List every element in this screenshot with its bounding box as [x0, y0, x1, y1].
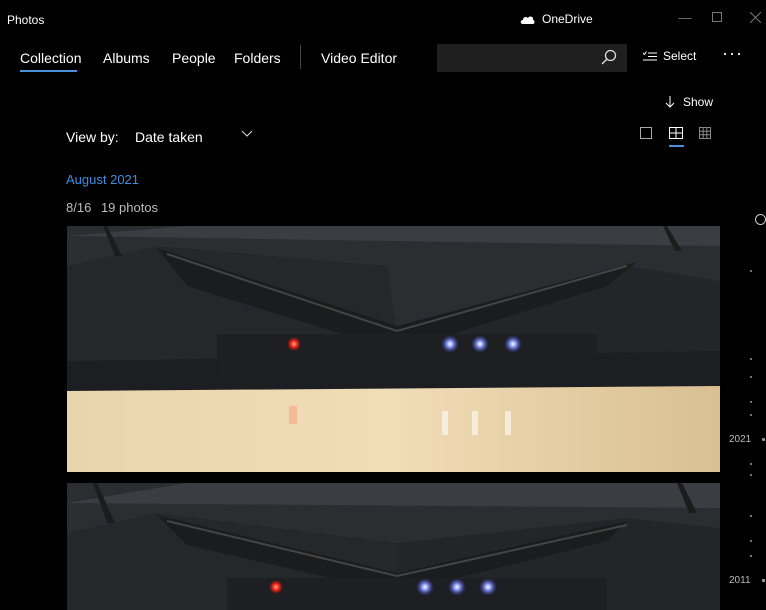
- timeline-tick[interactable]: [762, 579, 765, 582]
- medium-tiles-icon[interactable]: [669, 127, 683, 139]
- photo-count: 19 photos: [100, 200, 159, 215]
- maximize-button[interactable]: [699, 6, 735, 28]
- timeline-year-label[interactable]: 2011: [729, 575, 751, 586]
- onedrive-label: OneDrive: [542, 12, 593, 26]
- nav-divider: [300, 45, 301, 69]
- maximize-icon: [712, 12, 722, 22]
- select-icon: [643, 50, 657, 60]
- timeline-tick[interactable]: [750, 358, 752, 360]
- timeline-tick[interactable]: [750, 515, 752, 517]
- timeline-tick[interactable]: [750, 401, 752, 403]
- tab-collection[interactable]: Collection: [20, 50, 81, 66]
- timeline-tick[interactable]: [750, 270, 752, 272]
- router-photo-image: [67, 483, 720, 610]
- timeline-tick[interactable]: [750, 414, 752, 416]
- onedrive-button[interactable]: OneDrive: [520, 12, 593, 26]
- photo-thumbnail[interactable]: [67, 226, 720, 472]
- viewby-dropdown[interactable]: Date taken: [135, 129, 203, 145]
- tab-albums[interactable]: Albums: [103, 50, 150, 66]
- close-button[interactable]: [737, 6, 766, 28]
- onedrive-cloud-icon: [520, 16, 535, 24]
- app-title: Photos: [7, 13, 45, 27]
- date-group-header: 8/16 19 photos: [66, 200, 158, 215]
- minimize-icon: —: [678, 9, 692, 25]
- more-icon: ···: [722, 43, 743, 63]
- tab-video-editor[interactable]: Video Editor: [321, 50, 397, 66]
- small-tiles-icon[interactable]: [699, 127, 711, 139]
- chevron-down-icon[interactable]: [241, 130, 253, 138]
- close-icon: [749, 11, 761, 23]
- viewby-label: View by:: [66, 129, 119, 145]
- timeline-tick[interactable]: [750, 555, 752, 557]
- timeline-tick[interactable]: [750, 376, 752, 378]
- select-button[interactable]: Select: [643, 49, 696, 63]
- timeline-tick[interactable]: [750, 540, 752, 542]
- select-label: Select: [663, 49, 697, 63]
- router-photo-image: [67, 226, 720, 472]
- photo-thumbnail[interactable]: [67, 483, 720, 610]
- timeline-year-label[interactable]: 2021: [729, 434, 751, 445]
- date-label: 8/16: [66, 200, 92, 215]
- more-button[interactable]: ···: [722, 43, 743, 64]
- show-label: Show: [683, 95, 714, 109]
- timeline-handle[interactable]: [755, 214, 766, 225]
- minimize-button[interactable]: —: [667, 6, 703, 28]
- large-tiles-icon[interactable]: [640, 127, 652, 139]
- search-input[interactable]: [437, 44, 603, 72]
- timeline-tick[interactable]: [762, 438, 765, 441]
- search-icon[interactable]: [601, 49, 617, 65]
- tab-selected-indicator: [20, 70, 77, 72]
- tab-folders[interactable]: Folders: [234, 50, 281, 66]
- timeline-tick[interactable]: [750, 474, 752, 476]
- timeline-tick[interactable]: [750, 463, 752, 465]
- tab-people[interactable]: People: [172, 50, 216, 66]
- tile-size-selected-indicator: [669, 145, 684, 147]
- show-button[interactable]: Show: [665, 95, 713, 109]
- search-box[interactable]: [437, 44, 627, 72]
- month-heading[interactable]: August 2021: [66, 172, 139, 187]
- arrow-down-icon: [665, 96, 675, 108]
